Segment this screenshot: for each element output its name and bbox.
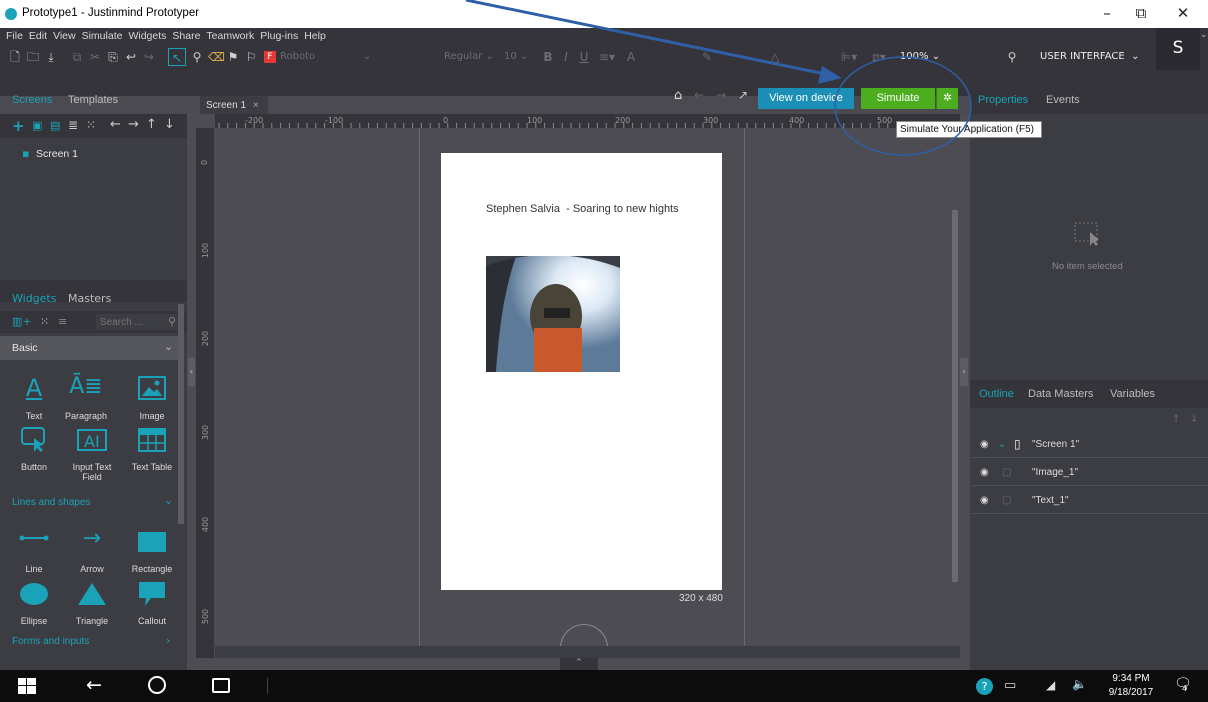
help-tray-icon[interactable]: ? — [976, 678, 993, 695]
back-arrow-icon[interactable]: ← — [86, 674, 102, 696]
annotation-circle — [834, 56, 972, 156]
task-view-icon[interactable] — [212, 678, 230, 693]
cortana-search-icon[interactable] — [148, 676, 166, 694]
taskbar-separator — [267, 678, 268, 694]
clock-date[interactable]: 9/18/2017 — [1106, 687, 1156, 698]
volume-tray-icon[interactable]: 🔈 — [1072, 677, 1087, 691]
wifi-tray-icon[interactable]: ◢ — [1046, 678, 1055, 692]
battery-tray-icon[interactable]: ▭ — [1004, 678, 1016, 693]
annotation-overlay — [465, 0, 972, 156]
windows-taskbar: ← ? ▭ ◢ 🔈 9:34 PM 9/18/2017 🗨 4 — [0, 670, 1208, 702]
windows-start-icon[interactable] — [18, 678, 36, 697]
annotation-arrowhead — [818, 66, 842, 84]
clock-time[interactable]: 9:34 PM — [1106, 673, 1156, 684]
annotation-arrow-line — [465, 0, 831, 77]
notification-count: 4 — [1182, 684, 1188, 693]
